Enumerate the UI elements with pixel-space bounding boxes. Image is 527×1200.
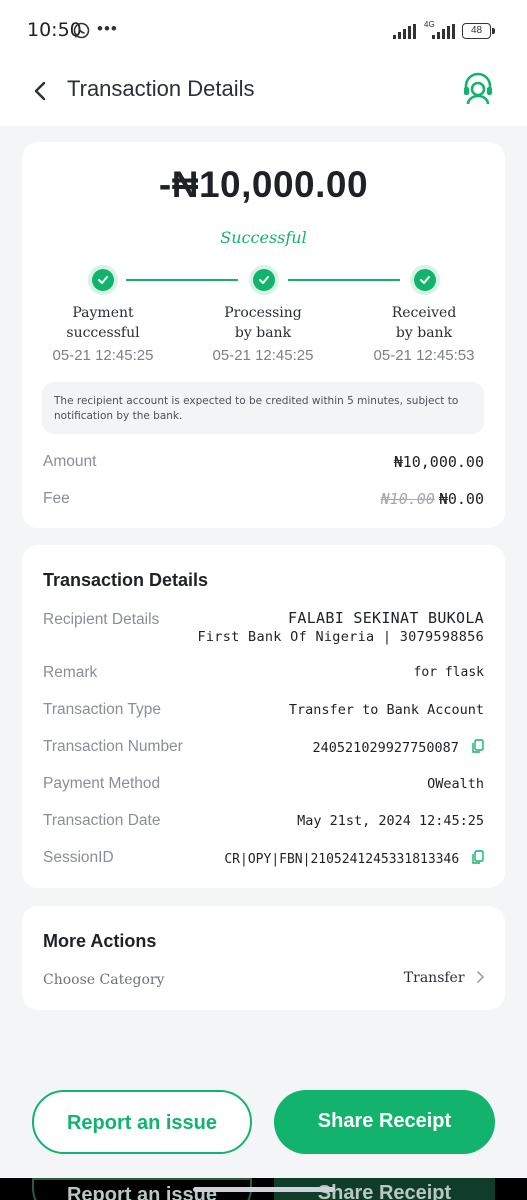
step-time: 05-21 12:45:25 [212,347,314,364]
home-indicator[interactable] [193,1187,335,1192]
chevron-right-icon [477,971,485,983]
page-title: Transaction Details [67,76,255,101]
customer-support-icon[interactable] [461,72,495,106]
step-label-line: successful [66,325,140,341]
transaction-summary-card: -₦10,000.00 Successful Payment successfu… [22,142,505,528]
session-id-row: CR|OPY|FBN|2105241245331813346 [224,850,484,867]
section-title: Transaction Details [43,570,209,590]
step-check-icon [414,269,436,291]
transaction-details-card: Transaction Details Recipient Details FA… [22,545,505,888]
back-arrow-icon[interactable] [28,78,54,104]
remark-label: Remark [43,664,98,681]
remark-value: for flask [413,665,484,680]
signal-icon-2 [432,24,455,39]
transaction-date-value: May 21st, 2024 12:45:25 [297,813,484,829]
transaction-type-label: Transaction Type [43,701,162,718]
step-label-line: Payment [72,305,134,321]
payment-method-value: OWealth [427,776,484,792]
transaction-number-label: Transaction Number [43,738,183,755]
section-title: More Actions [43,931,157,951]
report-issue-button[interactable]: Report an issue [32,1090,252,1154]
step-label: Payment successful [38,303,168,343]
share-receipt-button[interactable]: Share Receipt [274,1090,495,1154]
transaction-date-label: Transaction Date [43,812,161,829]
step-time: 05-21 12:45:53 [373,347,475,364]
copy-icon[interactable] [472,739,484,753]
progress-line [126,279,238,281]
transaction-type-value: Transfer to Bank Account [288,702,484,718]
fee-value-group: ₦10.00 ₦0.00 [381,490,484,508]
step-label: Processing by bank [198,303,328,343]
battery-icon: 48 [462,23,495,39]
credit-notice: The recipient account is expected to be … [42,382,484,434]
fee-value: ₦0.00 [438,490,484,508]
progress-line [288,279,400,281]
session-id-label: SessionID [43,849,114,866]
transaction-status: Successful [220,228,307,247]
step-check-icon [253,269,275,291]
category-selector[interactable]: Transfer [404,970,485,986]
category-value: Transfer [403,970,465,986]
amount-label: Amount [43,453,97,470]
fee-original: ₦10.00 [380,490,435,508]
more-notifications-icon: ••• [97,19,118,38]
recipient-bank: First Bank Of Nigeria | 3079598856 [197,629,484,645]
transaction-number-row: 240521029927750087 [313,739,484,756]
choose-category-label[interactable]: Choose Category [43,972,164,988]
status-bar: 10:50 ••• 4G 48 [0,0,527,62]
session-id-value: CR|OPY|FBN|2105241245331813346 [224,852,460,867]
recipient-label: Recipient Details [43,611,160,628]
recipient-name: FALABI SEKINAT BUKOLA [288,609,484,627]
transaction-amount: -₦10,000.00 [158,164,369,205]
step-label: Received by bank [359,303,489,343]
whatsapp-icon [73,22,90,39]
step-time: 05-21 12:45:25 [52,347,154,364]
payment-method-label: Payment Method [43,775,161,792]
step-label-line: by bank [234,325,292,341]
app-header: Transaction Details [0,62,527,126]
recipient-details: FALABI SEKINAT BUKOLA First Bank Of Nige… [197,609,484,647]
step-label-line: Processing [224,305,302,321]
copy-icon[interactable] [472,850,484,864]
step-label-line: by bank [395,325,453,341]
signal-icon [393,24,416,39]
amount-value: ₦10,000.00 [393,453,484,471]
step-check-icon [92,269,114,291]
more-actions-card: More Actions Choose Category Transfer [22,906,505,1010]
transaction-number-value: 240521029927750087 [312,740,459,756]
step-label-line: Received [391,305,457,321]
fee-label: Fee [43,490,70,507]
